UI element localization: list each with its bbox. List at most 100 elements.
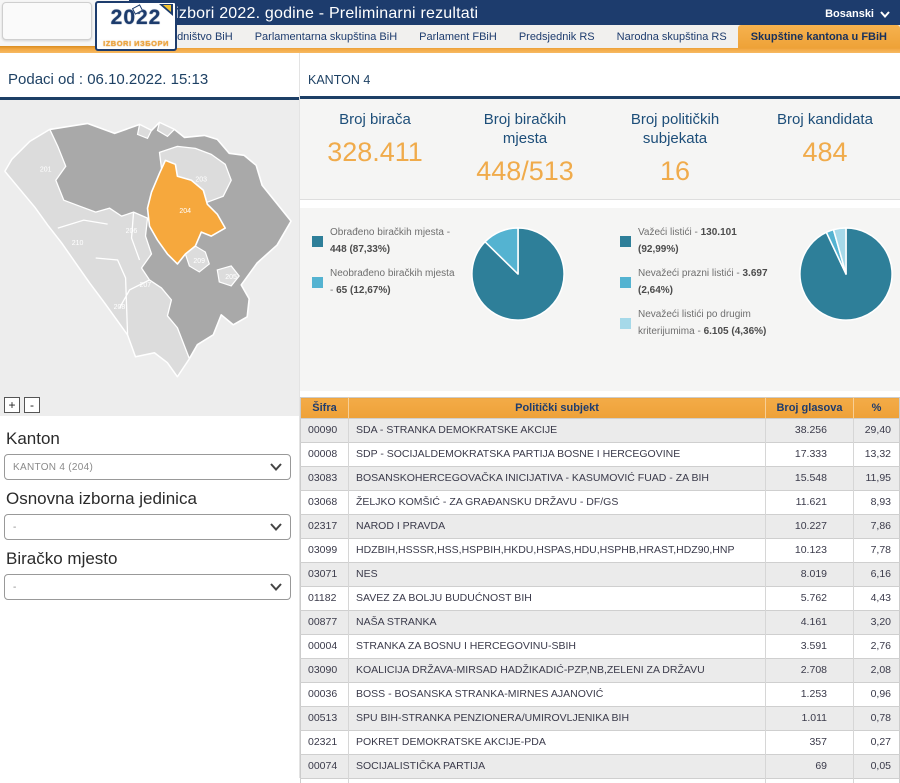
header-main: Opći izbori 2022. godine - Preliminarni …	[128, 0, 900, 48]
party-code: 02317	[300, 514, 349, 539]
bih-cantons-map[interactable]: 201 203 204 206 210 209 205 207 208	[0, 100, 299, 416]
votes-percent: 0,96	[853, 682, 900, 707]
votes-count: 4.161	[765, 610, 854, 635]
filter-select-osnovna-izborna-jedinica[interactable]: -	[4, 514, 291, 540]
stat-value: 16	[659, 156, 691, 186]
table-row: 02317 NAROD I PRAVDA 10.227 7,86	[300, 514, 900, 539]
stat-label: Broj birača	[339, 111, 411, 128]
party-code: 03090	[300, 658, 349, 683]
tab-parlament-fbih[interactable]: Parlament FBiH	[408, 27, 508, 48]
party-name: BOSS - BOSANSKA STRANKA-MIRNES AJANOVIĆ	[348, 682, 766, 707]
map-label-206: 206	[126, 228, 138, 235]
votes-count: 8.019	[765, 562, 854, 587]
party-name: NAŠA STRANKA	[348, 610, 766, 635]
table-row: 00004 STRANKA ZA BOSNU I HERCEGOVINU-SBIH…	[300, 634, 900, 659]
column-header-: %	[853, 397, 900, 419]
map-zoom-controls: + -	[4, 397, 40, 413]
logo-subtitle: IZBORI ИЗБОРИ	[98, 39, 174, 48]
votes-percent: 7,78	[853, 538, 900, 563]
map-label-209: 209	[193, 258, 205, 265]
filter-label-bira-ko-mjesto: Biračko mjesto	[6, 549, 118, 568]
top-left-panel	[2, 2, 92, 40]
votes-count: 10.227	[765, 514, 854, 539]
votes-count: 5.762	[765, 586, 854, 611]
legend-label: Nevažeći listići po drugim kriterijumima…	[638, 309, 767, 337]
stat-value: 328.411	[327, 137, 423, 167]
legend-item: Nevažeći prazni listići - 3.697 (2,64%)	[620, 265, 772, 299]
votes-count: 17.333	[765, 442, 854, 467]
party-name: SPU BIH-STRANKA PENZIONERA/UMIROVLJENIKA…	[348, 706, 766, 731]
party-code: 00074	[300, 754, 349, 779]
votes-count: 11.621	[765, 490, 854, 515]
map-zoom-out-button[interactable]: -	[24, 397, 40, 413]
legend-label: Neobrađeno biračkih mjesta - 65 (12,67%)	[330, 268, 455, 296]
party-name: NAROD I PRAVDA	[348, 514, 766, 539]
top-header: 2022 IZBORI ИЗБОРИ Opći izbori 2022. god…	[0, 0, 900, 51]
filter-select-bira-ko-mjesto[interactable]: -	[4, 574, 291, 600]
selected-value: -	[13, 521, 17, 533]
party-name: LIBERALNA STRANKA - LS BIH	[348, 778, 766, 783]
table-row: 01182 SAVEZ ZA BOLJU BUDUĆNOST BIH 5.762 4,…	[300, 586, 900, 611]
party-name: STRANKA ZA BOSNU I HERCEGOVINU-SBIH	[348, 634, 766, 659]
table-row: 00090 SDA - STRANKA DEMOKRATSKE AKCIJE 38.…	[300, 418, 900, 443]
column-header-ifra: Šifra	[300, 397, 349, 419]
charts-row: Obrađeno biračkih mjesta - 448 (87,33%) N…	[300, 208, 900, 391]
stat-broj-bira-kih-mjesta: Broj biračkih mjesta 448/513	[450, 110, 600, 187]
party-code: 00877	[300, 610, 349, 635]
votes-percent: 0,27	[853, 730, 900, 755]
table-row: 00074 SOCIJALISTIČKA PARTIJA 69 0,05	[300, 754, 900, 779]
tab-narodna-skup-tina-rs[interactable]: Narodna skupština RS	[606, 27, 738, 48]
map-label-207: 207	[140, 282, 152, 289]
votes-percent: 4,43	[853, 586, 900, 611]
votes-percent: 8,93	[853, 490, 900, 515]
table-row: 00008 SDP - SOCIJALDEMOKRATSKA PARTIJA BO…	[300, 442, 900, 467]
stat-label: Broj političkih subjekata	[630, 111, 720, 147]
map-label-210: 210	[72, 240, 84, 247]
tab-predsjednik-rs[interactable]: Predsjednik RS	[508, 27, 606, 48]
map-label-208: 208	[114, 304, 126, 311]
table-row: 03090 KOALICIJA DRŽAVA-MIRSAD HADŽIKADIĆ-…	[300, 658, 900, 683]
votes-percent: 2,76	[853, 634, 900, 659]
filter-select-kanton[interactable]: KANTON 4 (204)	[4, 454, 291, 480]
table-row: 00513 SPU BIH-STRANKA PENZIONERA/UMIROVLJ…	[300, 706, 900, 731]
map-container[interactable]: 201 203 204 206 210 209 205 207 208 + -	[0, 100, 299, 416]
map-zoom-in-button[interactable]: +	[4, 397, 20, 413]
table-row: 00036 BOSS - BOSANSKA STRANKA-MIRNES AJAN…	[300, 682, 900, 707]
filter-label-osnovna-izborna-jedinica: Osnovna izborna jedinica	[6, 489, 197, 508]
tab-parlamentarna-skup-tina-bih[interactable]: Parlamentarna skupština BiH	[244, 27, 408, 48]
stat-label: Broj biračkih mjesta	[483, 111, 567, 147]
votes-percent: 6,16	[853, 562, 900, 587]
votes-count: 357	[765, 730, 854, 755]
votes-percent: 3,20	[853, 610, 900, 635]
party-code: 00036	[300, 682, 349, 707]
legend-item: Važeći listići - 130.101 (92,99%)	[620, 224, 772, 258]
language-selector[interactable]: Bosanski	[825, 5, 890, 20]
tab-skup-tine-kantona-u-fbih[interactable]: Skupštine kantona u FBiH	[737, 25, 900, 48]
legend-item: Nevažeći listići po drugim kriterijumima…	[620, 306, 772, 340]
polling-stations-pie-chart	[470, 226, 566, 322]
map-label-204: 204	[179, 208, 191, 215]
legend-swatch-icon	[312, 276, 323, 288]
table-row: 01728LIBERALNA STRANKA - LS BIH620,05	[300, 778, 900, 783]
legend-swatch-icon	[620, 235, 631, 247]
party-code: 00008	[300, 442, 349, 467]
votes-percent: 0,05	[853, 778, 900, 783]
results-table: Šifra Politički subjekt Broj glasova% 0009…	[300, 397, 900, 783]
votes-percent: 13,32	[853, 442, 900, 467]
party-name: POKRET DEMOKRATSKE AKCIJE-PDA	[348, 730, 766, 755]
legend-label: Obrađeno biračkih mjesta - 448 (87,33%)	[330, 227, 451, 255]
map-label-205: 205	[225, 274, 237, 281]
ballots-legend: Važeći listići - 130.101 (92,99%) Nevažeć…	[620, 224, 772, 391]
table-row: 00877 NAŠA STRANKA 4.161 3,20	[300, 610, 900, 635]
legend-swatch-icon	[312, 235, 323, 247]
ballots-pie-chart	[798, 226, 894, 322]
map-label-201: 201	[40, 166, 52, 173]
page-title: Opći izbori 2022. godine - Preliminarni …	[136, 5, 479, 22]
votes-percent: 11,95	[853, 466, 900, 491]
chevron-down-icon	[270, 583, 282, 591]
app-logo[interactable]: 2022 IZBORI ИЗБОРИ	[95, 1, 177, 51]
party-code: 03071	[300, 562, 349, 587]
votes-count: 1.253	[765, 682, 854, 707]
filter-section: Kanton KANTON 4 (204) Osnovna izborna jedi…	[0, 416, 299, 600]
party-name: SOCIJALISTIČKA PARTIJA	[348, 754, 766, 779]
